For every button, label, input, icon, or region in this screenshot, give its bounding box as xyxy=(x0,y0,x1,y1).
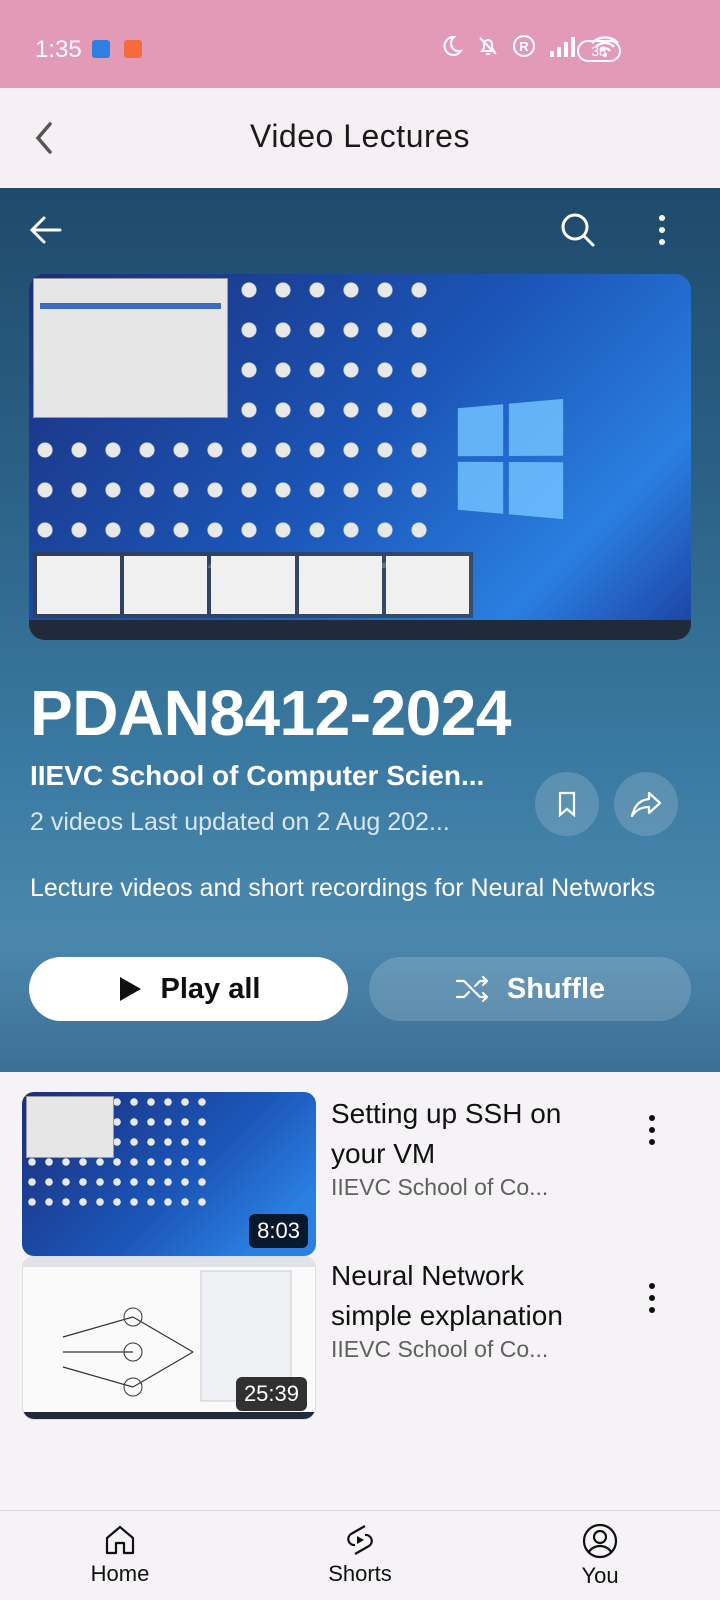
list-item[interactable]: 25:39 Neural Network simple explanation … xyxy=(0,1256,720,1426)
arrow-left-icon[interactable] xyxy=(26,210,66,250)
windows-logo-icon xyxy=(457,398,564,520)
app-header: Video Lectures xyxy=(0,88,720,188)
moon-icon xyxy=(443,35,464,56)
video-thumbnail[interactable]: 8:03 xyxy=(22,1092,316,1256)
nav-shorts[interactable]: Shorts xyxy=(240,1511,480,1600)
nav-you[interactable]: You xyxy=(480,1511,720,1600)
task-previews-image xyxy=(33,552,473,618)
shuffle-button[interactable]: Shuffle xyxy=(369,957,691,1021)
nav-shorts-label: Shorts xyxy=(328,1561,392,1586)
playlist-description[interactable]: Lecture videos and short recordings for … xyxy=(30,870,670,920)
nav-home[interactable]: Home xyxy=(0,1511,240,1600)
account-icon xyxy=(582,1523,618,1559)
playlist-header: PDAN8412-2024 IIEVC School of Computer S… xyxy=(0,188,720,1072)
battery-indicator: 38 xyxy=(577,40,621,62)
bell-off-icon xyxy=(479,37,497,55)
status-time: 1:35 xyxy=(35,36,82,63)
video-duration: 8:03 xyxy=(249,1214,308,1248)
play-all-button[interactable]: Play all xyxy=(29,957,348,1021)
playlist-title: PDAN8412-2024 xyxy=(30,677,511,749)
messenger-icon xyxy=(92,40,110,58)
video-title[interactable]: Setting up SSH on your VM xyxy=(331,1094,611,1174)
shorts-icon xyxy=(347,1525,373,1555)
nav-you-label: You xyxy=(581,1563,619,1588)
share-playlist-button[interactable] xyxy=(614,772,678,836)
taskbar-image xyxy=(29,620,691,640)
nav-home-label: Home xyxy=(90,1561,150,1586)
video-duration: 25:39 xyxy=(235,1377,307,1411)
video-call-icon xyxy=(124,40,142,58)
dialog-window-image xyxy=(26,1096,114,1158)
dialog-window-image xyxy=(33,278,228,418)
more-vert-icon[interactable] xyxy=(640,1278,664,1318)
more-vert-icon[interactable] xyxy=(654,210,670,250)
page-title: Video Lectures xyxy=(250,118,470,154)
shuffle-icon xyxy=(455,975,488,1003)
play-icon xyxy=(119,977,141,1001)
search-icon[interactable] xyxy=(558,210,598,250)
status-bar: 1:35 R 38 xyxy=(0,0,720,88)
shuffle-label: Shuffle xyxy=(506,972,606,1005)
save-playlist-button[interactable] xyxy=(535,772,599,836)
bottom-navigation: Home Shorts You xyxy=(0,1510,720,1600)
share-icon xyxy=(630,791,662,818)
bookmark-icon xyxy=(558,791,576,818)
registered-icon: R xyxy=(513,35,535,57)
more-vert-icon[interactable] xyxy=(640,1110,664,1150)
video-channel: IIEVC School of Co... xyxy=(331,1336,549,1362)
svg-text:R: R xyxy=(519,39,529,54)
video-title[interactable]: Neural Network simple explanation xyxy=(331,1256,611,1336)
channel-name[interactable]: IIEVC School of Computer Scien... xyxy=(30,760,530,792)
home-icon xyxy=(105,1525,135,1555)
video-thumbnail[interactable]: 25:39 xyxy=(22,1256,316,1420)
video-channel: IIEVC School of Co... xyxy=(331,1174,549,1200)
play-all-label: Play all xyxy=(160,972,261,1005)
playlist-thumbnail[interactable] xyxy=(29,274,691,640)
playlist-meta: 2 videos Last updated on 2 Aug 202... xyxy=(30,808,450,836)
list-item[interactable]: 8:03 Setting up SSH on your VM IIEVC Sch… xyxy=(0,1072,720,1256)
notification-icons xyxy=(92,40,142,58)
signal-icon xyxy=(550,37,575,57)
